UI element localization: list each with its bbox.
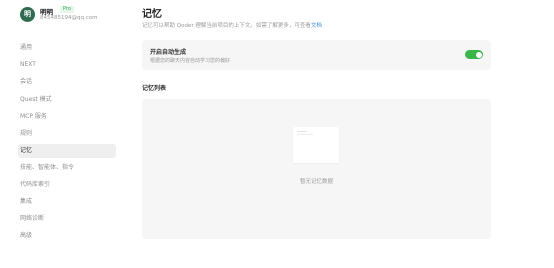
memory-list-title: 记忆列表 xyxy=(142,85,167,92)
page-description: 记忆可以帮助 Qoder 理解当前项目的上下文。如需了解更多，可查看文档 xyxy=(142,21,322,29)
document-line xyxy=(297,134,313,135)
sidebar: 明 明明 Pro 845485194@qq.com 通用 NEXT 会话 Que… xyxy=(0,0,126,268)
sidebar-item-codebase-index[interactable]: 代码库索引 xyxy=(18,178,116,192)
user-profile[interactable]: 明 明明 Pro 845485194@qq.com xyxy=(20,6,120,26)
sidebar-item-advanced[interactable]: 高级 xyxy=(18,229,116,243)
auto-generate-toggle[interactable] xyxy=(465,50,483,59)
auto-generate-description: 根据您的聊天内容自动学习您的偏好 xyxy=(150,58,231,64)
sidebar-item-mcp-service[interactable]: MCP 服务 xyxy=(18,110,116,124)
sidebar-item-network-diagnostics[interactable]: 网络诊断 xyxy=(18,212,116,226)
sidebar-item-rules[interactable]: 规则 xyxy=(18,127,116,141)
sidebar-item-memory[interactable]: 记忆 xyxy=(18,144,116,158)
sidebar-item-next[interactable]: NEXT xyxy=(18,58,116,72)
page-description-text: 记忆可以帮助 Qoder 理解当前项目的上下文。如需了解更多，可查看 xyxy=(142,23,311,29)
sidebar-item-integrations[interactable]: 集成 xyxy=(18,195,116,209)
docs-link[interactable]: 文档 xyxy=(311,23,322,29)
sidebar-item-skills-agents-commands[interactable]: 技能、智能体、指令 xyxy=(18,161,116,175)
pro-badge: Pro xyxy=(60,6,74,13)
empty-state-text: 暂无记忆数据 xyxy=(299,179,333,185)
user-email: 845485194@qq.com xyxy=(40,15,98,21)
settings-window: 明 明明 Pro 845485194@qq.com 通用 NEXT 会话 Que… xyxy=(0,0,554,268)
memory-list: 暂无记忆数据 xyxy=(142,99,491,239)
auto-generate-title: 开启自动生成 xyxy=(150,49,187,56)
sidebar-item-general[interactable]: 通用 xyxy=(18,41,116,55)
toggle-knob xyxy=(475,51,482,58)
empty-document-icon xyxy=(293,127,339,163)
main-content: 记忆 记忆可以帮助 Qoder 理解当前项目的上下文。如需了解更多，可查看文档 … xyxy=(142,0,532,268)
document-line xyxy=(297,131,307,132)
page-title: 记忆 xyxy=(142,9,162,20)
sidebar-item-sessions[interactable]: 会话 xyxy=(18,75,116,89)
sidebar-item-quest-mode[interactable]: Quest 模式 xyxy=(18,93,116,107)
avatar: 明 xyxy=(20,7,35,22)
auto-generate-card: 开启自动生成 根据您的聊天内容自动学习您的偏好 xyxy=(142,40,491,70)
